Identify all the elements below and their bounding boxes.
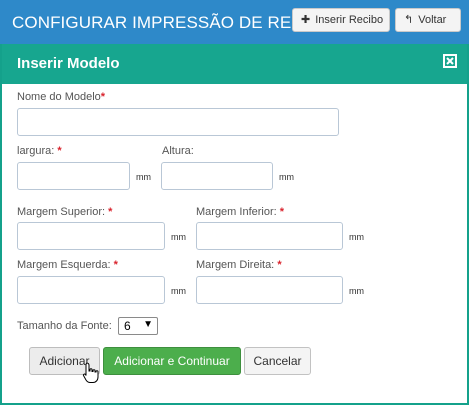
model-name-label: Nome do Modelo* [17,91,106,103]
bottom-margin-unit: mm [349,232,364,242]
model-name-input[interactable] [17,108,339,136]
required-mark: * [108,206,113,218]
width-input[interactable] [17,162,130,190]
hand-pointer-cursor-icon [82,362,99,383]
insert-receipt-label: Inserir Recibo [315,14,384,26]
insert-receipt-button[interactable]: ✚ Inserir Recibo [292,8,390,32]
modal-title: Inserir Modelo [17,55,120,72]
required-mark: * [277,259,282,271]
font-size-label: Tamanho da Fonte: [17,320,112,332]
height-label: Altura: [162,145,194,157]
plus-icon: ✚ [301,14,311,26]
dropdown-arrow-icon: ▼ [143,319,153,330]
left-margin-input[interactable] [17,276,165,304]
width-label: largura: * [17,145,62,157]
required-mark: * [279,206,285,218]
bottom-margin-label: Margem Inferior: * [196,206,285,218]
required-mark: * [57,145,62,157]
page-header: CONFIGURAR IMPRESSÃO DE RECIBOS ✚ Inserir… [0,0,469,44]
cancel-button[interactable]: Cancelar [244,347,311,375]
height-input[interactable] [161,162,273,190]
left-margin-unit: mm [171,286,186,296]
bottom-margin-input[interactable] [196,222,343,250]
left-margin-label: Margem Esquerda: * [17,259,118,271]
top-margin-label: Margem Superior: * [17,206,113,218]
required-mark: * [100,91,106,103]
insert-model-modal: Inserir Modelo Nome do Modelo* largura: … [0,44,469,405]
close-icon[interactable] [443,54,457,68]
top-margin-input[interactable] [17,222,165,250]
right-margin-input[interactable] [196,276,343,304]
right-margin-label: Margem Direita: * [196,259,282,271]
font-size-value: 6 [124,319,131,333]
height-unit: mm [279,172,294,182]
top-margin-unit: mm [171,232,186,242]
right-margin-unit: mm [349,286,364,296]
back-label: Voltar [418,14,447,26]
modal-header: Inserir Modelo [2,44,467,84]
width-unit: mm [136,172,151,182]
font-size-select[interactable]: 6 ▼ [118,317,158,335]
undo-arrow-icon: ↰ [404,14,414,26]
add-and-continue-button[interactable]: Adicionar e Continuar [103,347,241,375]
required-mark: * [113,259,118,271]
back-button[interactable]: ↰ Voltar [395,8,461,32]
